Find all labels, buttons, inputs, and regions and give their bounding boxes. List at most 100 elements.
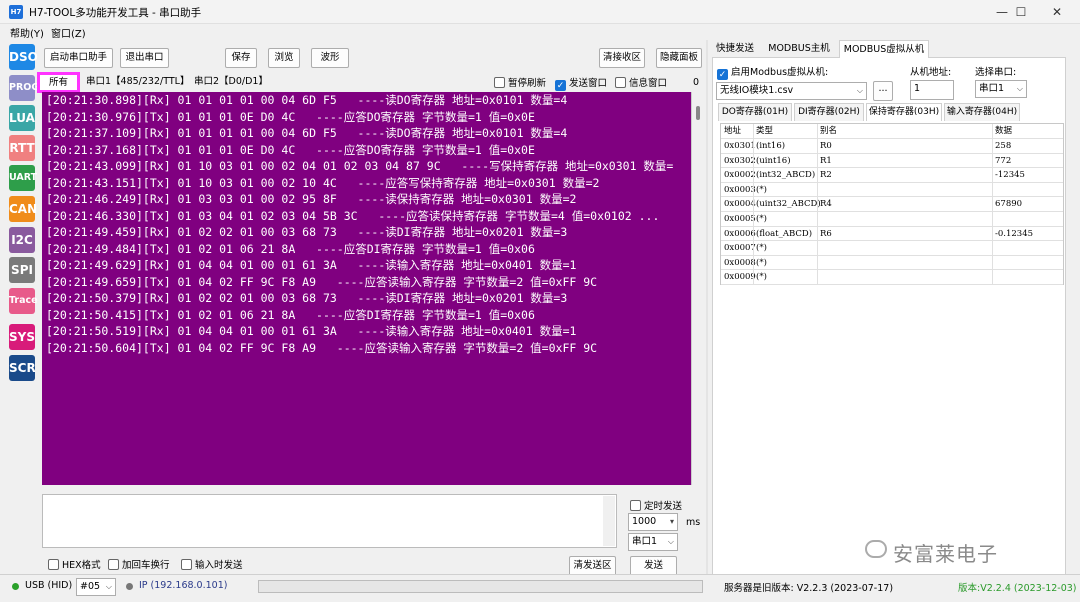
tab-port2[interactable]: 串口2【D0/D1】 [190, 73, 272, 91]
wave-button[interactable]: 波形 [311, 48, 349, 68]
csv-file-select[interactable]: 无线IO模块1.csv ⌵ [716, 82, 867, 100]
slave-addr-label: 从机地址: [910, 67, 952, 78]
spin-icon[interactable]: ▾ [670, 514, 674, 530]
grid-cell: R1 [820, 155, 832, 166]
more-button[interactable]: ... [873, 81, 893, 101]
grid-header-cell[interactable]: 别名 [820, 124, 837, 138]
reg-tab-2[interactable]: DI寄存器(02H) [794, 103, 864, 121]
menu-bar: 帮助(Y) 窗口(Z) [0, 24, 1080, 40]
send-button[interactable]: 发送 [630, 556, 677, 576]
interval-input[interactable]: 1000 ▾ [628, 513, 678, 531]
exit-serial-button[interactable]: 退出串口 [120, 48, 169, 68]
hex-checkbox[interactable]: HEX格式 [48, 557, 101, 571]
send-port-select[interactable]: 串口1 ⌵ [628, 533, 678, 551]
usb-status: USB (HID) [25, 580, 73, 591]
menu-help[interactable]: 帮助(Y) [10, 25, 44, 40]
grid-row[interactable]: 0x0002 (int32_ABCD) R2 -12345 [721, 168, 1063, 183]
grid-cell: (*) [756, 272, 767, 283]
timed-send-label: 定时发送 [644, 501, 683, 512]
sidebar-scr-button[interactable]: SCR [9, 355, 36, 381]
reg-tab-1[interactable]: DO寄存器(01H) [718, 103, 792, 121]
sidebar-i2c-button[interactable]: I2C [9, 227, 35, 253]
pause-refresh-checkbox[interactable]: 暂停刷新 [494, 75, 546, 89]
device-value: #05 [80, 581, 101, 592]
ip-status-icon [126, 583, 133, 590]
show-tx-checkbox[interactable]: ✓ 发送窗口 [555, 75, 607, 91]
receive-log[interactable]: [20:21:30.898][Rx] 01 01 01 01 00 04 6D … [42, 92, 691, 485]
sidebar-prog-button[interactable]: PROG [9, 75, 39, 101]
scroll-thumb[interactable] [696, 106, 700, 120]
grid-cell: -12345 [995, 170, 1025, 181]
grid-header-cell[interactable]: 类型 [756, 124, 773, 138]
close-button[interactable]: ✕ [1037, 0, 1077, 24]
title-bar: H7 H7-TOOL多功能开发工具 - 串口助手 — ☐ ✕ [0, 0, 1080, 24]
grid-row[interactable]: 0x0003 (*) [721, 183, 1063, 198]
hide-panel-button[interactable]: 隐藏面板 [656, 48, 702, 68]
log-line: [20:21:43.151][Tx] 01 10 03 01 00 02 10 … [46, 175, 600, 190]
tab-all[interactable]: 所有 [37, 72, 80, 93]
slave-port-select[interactable]: 串口1 ⌵ [975, 80, 1027, 98]
reg-tab-4[interactable]: 输入寄存器(04H) [944, 103, 1020, 121]
sidebar-dso-button[interactable]: DSO [9, 44, 38, 70]
save-button[interactable]: 保存 [225, 48, 257, 68]
device-select[interactable]: #05 ⌵ [76, 578, 116, 596]
crlf-checkbox[interactable]: 加回车换行 [108, 557, 170, 571]
send-input[interactable] [42, 494, 617, 548]
log-line: [20:21:37.168][Tx] 01 01 01 0E D0 4C ---… [46, 142, 535, 157]
progress-bar [258, 580, 703, 593]
grid-row[interactable]: 0x0302 (uint16) R1 772 [721, 154, 1063, 169]
tab-modbus-master[interactable]: MODBUS主机 [764, 40, 834, 57]
sidebar-sys-button[interactable]: SYS [9, 324, 35, 350]
grid-cell: 0x0302 [724, 155, 756, 166]
show-tx-label: 发送窗口 [569, 78, 608, 89]
browse-button[interactable]: 浏览 [268, 48, 300, 68]
clear-receive-button[interactable]: 清接收区 [599, 48, 645, 68]
grid-cell: 67890 [995, 199, 1023, 210]
menu-window[interactable]: 窗口(Z) [51, 25, 86, 40]
status-bar: USB (HID) #05 ⌵ IP (192.168.0.101) 服务器是旧版… [0, 574, 1080, 602]
panel-splitter[interactable] [706, 40, 708, 574]
clear-send-button[interactable]: 清发送区 [569, 556, 616, 576]
app-version: 版本:V2.2.4 (2023-12-03) [958, 583, 1077, 594]
slave-addr-input[interactable]: 1 [910, 80, 954, 100]
interval-unit: ms [686, 517, 701, 528]
grid-cell: R4 [820, 199, 832, 210]
check-icon: ✓ [555, 80, 566, 91]
grid-header-cell[interactable]: 地址 [724, 124, 741, 138]
sidebar-lua-button[interactable]: LUA [9, 105, 35, 131]
grid-header-cell[interactable]: 数据 [995, 124, 1012, 138]
info-window-checkbox[interactable]: 信息窗口 [615, 75, 667, 89]
grid-cell: (uint32_ABCD) [756, 199, 821, 210]
maximize-button[interactable]: ☐ [1001, 0, 1041, 24]
grid-row[interactable]: 0x0007 (*) [721, 241, 1063, 256]
grid-row[interactable]: 0x0004 (uint32_ABCD) R4 67890 [721, 197, 1063, 212]
send-on-input-checkbox[interactable]: 输入时发送 [181, 557, 243, 571]
reg-tab-3[interactable]: 保持寄存器(03H) [866, 103, 942, 121]
start-serial-button[interactable]: 启动串口助手 [44, 48, 113, 68]
grid-row[interactable]: 0x0009 (*) [721, 270, 1063, 285]
send-scrollbar[interactable] [603, 496, 615, 546]
grid-row[interactable]: 0x0005 (*) [721, 212, 1063, 227]
sidebar-rtt-button[interactable]: RTT [9, 135, 35, 161]
sidebar-spi-button[interactable]: SPI [9, 257, 35, 283]
tab-modbus-slave[interactable]: MODBUS虚拟从机 [839, 40, 929, 58]
sidebar-trace-button[interactable]: Trace [9, 288, 38, 314]
grid-row[interactable]: 0x0301 (int16) R0 258 [721, 139, 1063, 154]
checkbox-icon [630, 500, 641, 511]
log-line: [20:21:50.604][Tx] 01 04 02 FF 9C F8 A9 … [46, 340, 598, 355]
tab-quick-send[interactable]: 快捷发送 [712, 40, 758, 57]
checkbox-icon [108, 559, 119, 570]
log-line: [20:21:50.519][Rx] 01 04 04 01 00 01 61 … [46, 324, 577, 338]
timed-send-checkbox[interactable]: 定时发送 [630, 498, 682, 512]
tab-port1[interactable]: 串口1【485/232/TTL】 [82, 73, 193, 91]
register-grid[interactable]: 地址 类型 别名 数据 0x0301 (int16) R0 258 0x0302 (uint16)… [720, 123, 1064, 285]
enable-slave-checkbox[interactable]: ✓ 启用Modbus虚拟从机: [717, 64, 828, 80]
grid-row[interactable]: 0x0006 (float_ABCD) R6 -0.12345 [721, 227, 1063, 242]
log-line: [20:21:49.459][Rx] 01 02 02 01 00 03 68 … [46, 225, 568, 239]
interval-value: 1000 [632, 516, 657, 527]
sidebar-uart-button[interactable]: UART [9, 165, 37, 191]
grid-row[interactable]: 0x0008 (*) [721, 256, 1063, 271]
window-title: H7-TOOL多功能开发工具 - 串口助手 [29, 7, 202, 19]
log-scrollbar[interactable] [691, 92, 703, 485]
sidebar-can-button[interactable]: CAN [9, 196, 37, 222]
